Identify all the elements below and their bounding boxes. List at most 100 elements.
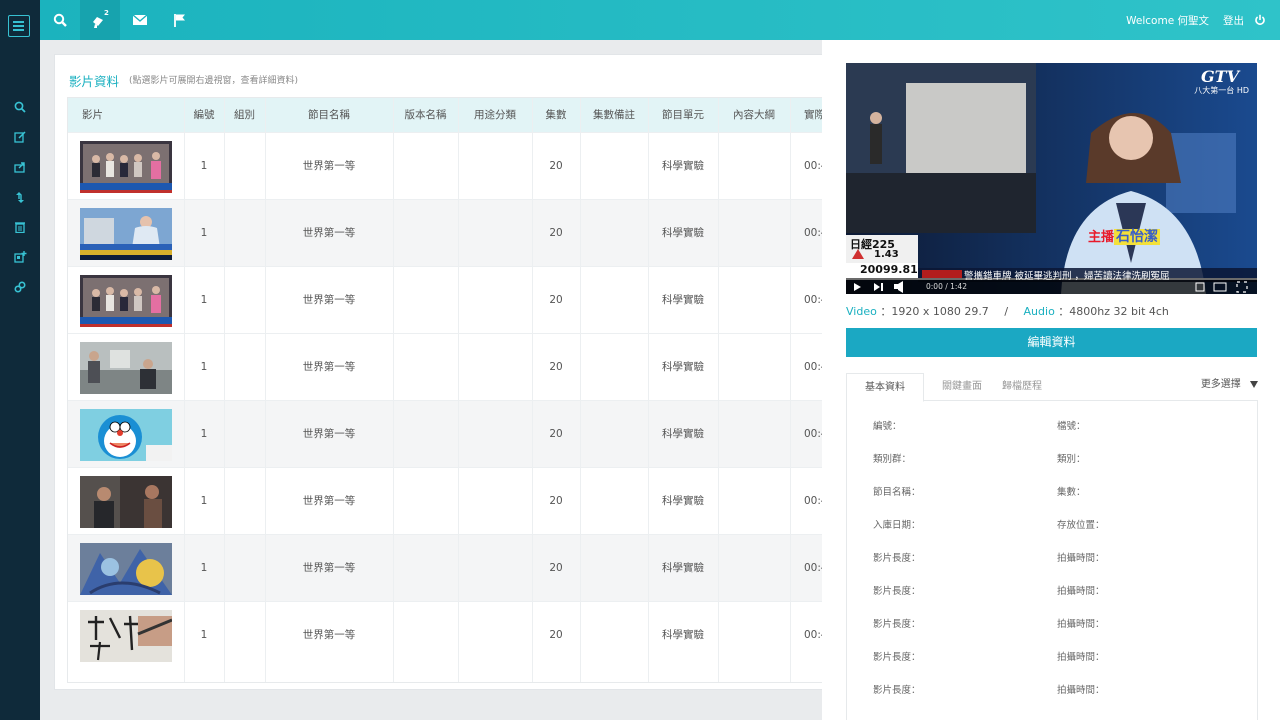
cell-unit: 科學實驗: [662, 160, 704, 172]
col-header-usage[interactable]: 用途分類: [458, 98, 532, 132]
detail-tabs: 基本資料 關鍵畫面 歸檔歷程 更多選擇: [846, 373, 1258, 402]
tab-archive-history[interactable]: 歸檔歷程: [1002, 373, 1042, 401]
cell-unit: 科學實驗: [662, 294, 704, 306]
column-divider: [580, 98, 581, 682]
field-label: 影片長度：: [873, 619, 921, 630]
logout-link[interactable]: 登出: [1223, 13, 1244, 28]
col-header-outline[interactable]: 內容大綱: [718, 98, 790, 132]
triangle-down-icon: [1250, 380, 1258, 388]
cell-unit: 科學實驗: [662, 428, 704, 440]
ticker-value: 20099.81: [860, 263, 918, 276]
cell-unit: 科學實驗: [662, 227, 704, 239]
top-mail-tab[interactable]: [120, 0, 160, 40]
video-thumbnail[interactable]: [80, 543, 172, 595]
col-header-group[interactable]: 組別: [224, 98, 265, 132]
table-row[interactable]: 1 世界第一等 20 科學實驗 00:4: [68, 132, 834, 199]
edit-data-button[interactable]: 編輯資料: [846, 328, 1257, 357]
cell-outline: [718, 200, 790, 267]
field-label: 拍攝時間：: [1057, 619, 1105, 630]
column-divider: [184, 98, 185, 682]
cell-episode-note: [580, 334, 648, 401]
cell-program: 世界第一等: [302, 562, 356, 574]
video-table: 影片 編號 組別 節目名稱 版本名稱 用途分類 集數 集數備註 節目單元 內容大…: [67, 97, 835, 683]
table-row[interactable]: 1 世界第一等 20 科學實驗 00:4: [68, 333, 834, 400]
cell-episode: 20: [549, 160, 563, 172]
edit-icon[interactable]: [0, 122, 40, 152]
channel-logo-sub: 八大第一台 HD: [1194, 86, 1249, 95]
cell-outline: [718, 468, 790, 535]
sort-icon[interactable]: [0, 182, 40, 212]
table-row[interactable]: 1 世界第一等 20 科學實驗 00:4: [68, 266, 834, 333]
cell-episode: 20: [549, 428, 563, 440]
table-row[interactable]: 1 世界第一等 20 科學實驗 00:4: [68, 199, 834, 266]
search-icon[interactable]: [0, 92, 40, 122]
cell-program: 世界第一等: [302, 361, 356, 373]
video-thumbnail[interactable]: [80, 275, 172, 327]
top-search-tab[interactable]: [40, 0, 80, 40]
mail-icon: [132, 14, 148, 25]
cell-outline: [718, 602, 790, 669]
col-header-episode[interactable]: 集數: [532, 98, 580, 132]
field-label: 入庫日期：: [873, 520, 921, 531]
share-icon[interactable]: [0, 152, 40, 182]
trash-icon[interactable]: [0, 212, 40, 242]
anchor-name: 石怡潔: [1114, 229, 1161, 245]
video-thumbnail[interactable]: [80, 141, 172, 193]
panel-hint: (點選影片可展開右邊視窗，查看詳細資料): [129, 76, 299, 86]
column-divider: [458, 98, 459, 682]
field-label: 檔號：: [1057, 421, 1086, 432]
welcome-text: Welcome 何聖文: [1126, 14, 1209, 27]
cell-group: [224, 334, 265, 401]
top-notify-tab[interactable]: 2: [80, 0, 120, 40]
more-options-dropdown[interactable]: 更多選擇: [1201, 373, 1258, 401]
cell-episode-note: [580, 133, 648, 200]
col-header-program[interactable]: 節目名稱: [265, 98, 393, 132]
cell-group: [224, 401, 265, 468]
audio-value: 4800hz 32 bit 4ch: [1069, 305, 1169, 318]
cell-id: 1: [200, 428, 208, 440]
table-row[interactable]: 1 世界第一等 20 科學實驗 00:4: [68, 601, 834, 668]
cell-unit: 科學實驗: [662, 562, 704, 574]
cell-id: 1: [200, 294, 208, 306]
video-thumbnail[interactable]: [80, 409, 172, 461]
menu-toggle-button[interactable]: [8, 15, 30, 37]
video-thumbnail[interactable]: [80, 208, 172, 260]
col-header-episode-note[interactable]: 集數備註: [580, 98, 648, 132]
video-thumbnail[interactable]: [80, 476, 172, 528]
cell-program: 世界第一等: [302, 629, 356, 641]
table-row[interactable]: 1 世界第一等 20 科學實驗 00:4: [68, 534, 834, 601]
cell-program: 世界第一等: [302, 294, 356, 306]
table-row[interactable]: 1 世界第一等 20 科學實驗 00:4: [68, 400, 834, 467]
sidebar: [0, 0, 40, 720]
col-header-id[interactable]: 編號: [184, 98, 224, 132]
tab-basic-info[interactable]: 基本資料: [846, 373, 924, 402]
field-label: 拍攝時間：: [1057, 652, 1105, 663]
field-label: 影片長度：: [873, 685, 921, 696]
video-player[interactable]: GTV 八大第一台 HD 主播 石怡潔 日經225 1.43 20099.81 警…: [846, 63, 1257, 294]
cell-group: [224, 200, 265, 267]
cell-outline: [718, 334, 790, 401]
anchor-caption: 主播 石怡潔: [1088, 226, 1161, 246]
cell-outline: [718, 267, 790, 334]
field-label: 節目名稱：: [873, 487, 921, 498]
add-media-icon[interactable]: [0, 242, 40, 272]
cell-id: 1: [200, 361, 208, 373]
cell-episode-note: [580, 267, 648, 334]
cell-group: [224, 133, 265, 200]
col-header-version[interactable]: 版本名稱: [393, 98, 458, 132]
video-thumbnail[interactable]: [80, 610, 172, 662]
column-divider: [790, 98, 791, 682]
field-label: 影片長度：: [873, 652, 921, 663]
video-thumbnail[interactable]: [80, 342, 172, 394]
video-list-panel: 影片資料 (點選影片可展開右邊視窗，查看詳細資料) 影片 編號 組別 節目名稱 …: [54, 54, 835, 690]
cell-group: [224, 535, 265, 602]
link-icon[interactable]: [0, 272, 40, 302]
power-icon[interactable]: [1254, 14, 1266, 26]
media-meta: Video ：1920 x 1080 29.7 / Audio ：4800hz …: [846, 305, 1169, 318]
table-row[interactable]: 1 世界第一等 20 科學實驗 00:4: [68, 467, 834, 534]
top-flag-tab[interactable]: [160, 0, 200, 40]
col-header-video[interactable]: 影片: [68, 98, 184, 132]
anchor-label: 主播: [1088, 230, 1115, 245]
tab-key-frames[interactable]: 關鍵畫面: [942, 373, 982, 401]
col-header-unit[interactable]: 節目單元: [648, 98, 718, 132]
